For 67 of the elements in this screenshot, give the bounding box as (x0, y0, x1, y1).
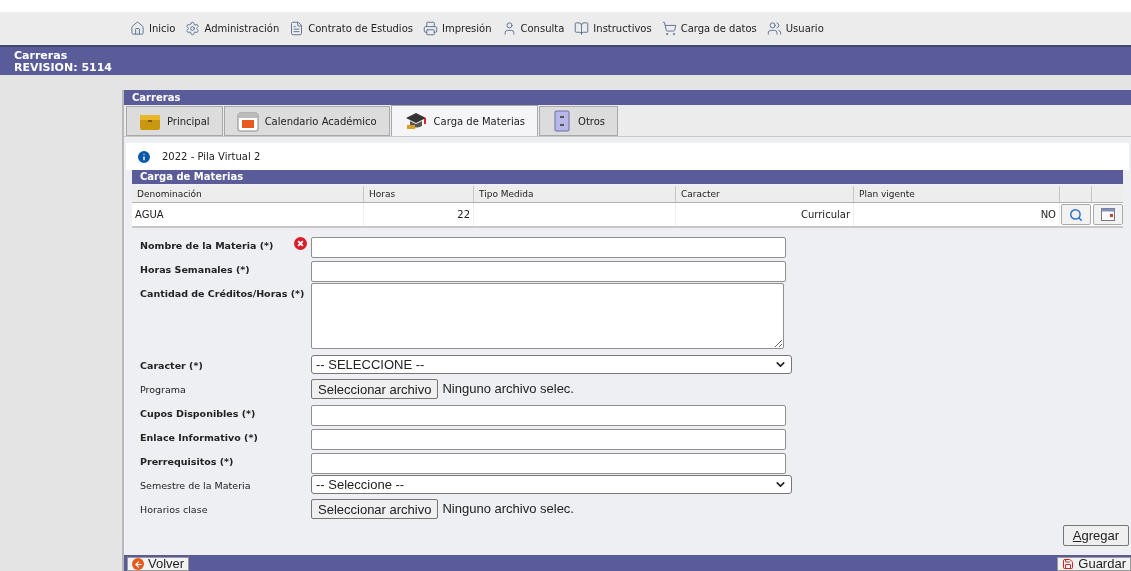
printer-icon (423, 21, 438, 36)
file-status: Ninguno archivo selec. (442, 380, 574, 399)
dropdown[interactable]: -- Seleccione -- (311, 475, 792, 494)
table-cell: AGUA (132, 203, 364, 226)
info-icon (136, 148, 152, 165)
menu-item[interactable]: Carga de datos (661, 21, 757, 36)
tab[interactable]: Otros (539, 106, 619, 136)
header-title: Carreras (14, 50, 68, 62)
field-label: Cantidad de Créditos/Horas (*) (140, 287, 305, 301)
column-header: Horas (364, 186, 474, 202)
menu-item[interactable]: Instructivos (574, 21, 652, 36)
table-cell: 22 (364, 203, 474, 226)
field-label: Horarios clase (140, 503, 208, 517)
users-icon (766, 21, 782, 36)
field-label: Nombre de la Materia (*) (140, 239, 274, 253)
field-label: Caracter (*) (140, 359, 203, 373)
column-header: Denominación (132, 186, 364, 202)
section-title: Carga de Materias (132, 170, 1123, 184)
field-label: Cupos Disponibles (*) (140, 407, 256, 421)
save-icon (1062, 558, 1075, 570)
file-button[interactable]: Seleccionar archivo (311, 379, 439, 399)
dropdown[interactable]: -- SELECCIONE -- (311, 355, 792, 374)
menu-item[interactable]: Inicio (130, 21, 176, 36)
cart-icon (661, 21, 677, 36)
text-field[interactable] (311, 428, 786, 450)
table-cell: Curricular (676, 203, 854, 226)
document-icon (289, 21, 305, 36)
book-icon (574, 21, 590, 36)
gear-icon (185, 21, 201, 36)
column-header: Caracter (676, 186, 854, 202)
back-button[interactable]: Volver (127, 557, 190, 571)
text-field[interactable] (311, 236, 786, 258)
calendar-icon (236, 110, 259, 132)
calendar-icon (1101, 208, 1115, 221)
revision-label: REVISION: 5114 (14, 62, 112, 74)
panel-title: Carreras (124, 90, 1131, 105)
file-button[interactable]: Seleccionar archivo (311, 499, 439, 519)
column-header: Tipo Medida (474, 186, 676, 202)
text-field[interactable] (311, 404, 786, 426)
cabinet-icon (552, 110, 573, 132)
search-button[interactable] (1061, 204, 1091, 225)
field-label: Horas Semanales (*) (140, 263, 250, 277)
table-cell: NO (854, 203, 1060, 226)
field-label: Prerrequisitos (*) (140, 455, 234, 469)
menu-item[interactable]: Impresión (423, 21, 492, 36)
tab[interactable]: Principal (126, 106, 223, 136)
field-label: Enlace Informativo (*) (140, 431, 258, 445)
tab[interactable]: Calendario Académico (223, 106, 390, 136)
menu-item[interactable]: Consulta (501, 21, 565, 36)
save-button[interactable]: Guardar (1057, 557, 1131, 571)
add-button[interactable]: Agregar (1062, 525, 1129, 546)
menu-item[interactable]: Usuario (766, 21, 824, 36)
menu-item[interactable]: Contrato de Estudios (289, 21, 413, 36)
menu-item[interactable]: Administración (185, 21, 280, 36)
text-field[interactable] (311, 452, 786, 474)
search-icon (1069, 207, 1083, 222)
column-header: Plan vigente (854, 186, 1060, 202)
field-label: Programa (140, 383, 186, 397)
user-icon (501, 21, 517, 36)
info-text: 2022 - Pila Virtual 2 (162, 150, 261, 164)
text-area[interactable] (311, 283, 784, 349)
calendar-button[interactable] (1093, 204, 1123, 225)
file-status: Ninguno archivo selec. (442, 500, 574, 519)
field-label: Semestre de la Materia (140, 479, 251, 493)
tab[interactable]: Carga de Materias (390, 105, 539, 136)
home-icon (130, 21, 145, 36)
text-field[interactable] (311, 260, 786, 282)
